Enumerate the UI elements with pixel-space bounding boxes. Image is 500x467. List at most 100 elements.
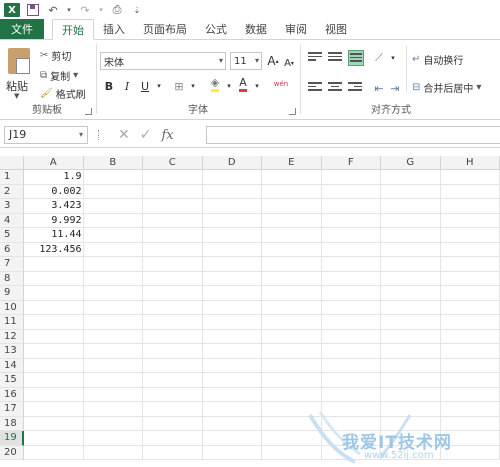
font-launcher-icon[interactable]: [289, 108, 296, 115]
increase-indent-icon[interactable]: ⇥: [388, 80, 402, 96]
name-box[interactable]: J19 ▾: [4, 126, 88, 144]
formula-input[interactable]: [206, 126, 500, 144]
font-size-value: 11: [234, 55, 247, 67]
row-header[interactable]: 18: [0, 416, 24, 431]
copy-button[interactable]: ⧉ 复制 ▾: [40, 68, 78, 83]
align-right-icon[interactable]: [348, 82, 362, 94]
column-header[interactable]: C: [143, 156, 203, 170]
font-name-select[interactable]: 宋体 ▾: [100, 52, 226, 70]
chevron-down-icon[interactable]: ▾: [386, 50, 400, 66]
excel-app-icon: X: [4, 3, 20, 17]
column-header[interactable]: G: [381, 156, 441, 170]
cut-button[interactable]: ✂ 剪切: [40, 48, 71, 63]
column-header[interactable]: F: [321, 156, 381, 170]
row-header[interactable]: 1: [0, 170, 24, 185]
cell-a[interactable]: 11.44: [24, 228, 84, 242]
row-header[interactable]: 2: [0, 184, 24, 199]
undo-dropdown-icon[interactable]: ▾: [66, 3, 72, 17]
redo-dropdown-icon[interactable]: ▾: [98, 3, 104, 17]
row-header[interactable]: 9: [0, 286, 24, 301]
tab-data[interactable]: 数据: [236, 19, 276, 39]
cell-a[interactable]: 0.002: [24, 185, 84, 199]
paste-icon: [8, 48, 30, 74]
tab-formulas[interactable]: 公式: [196, 19, 236, 39]
font-size-select[interactable]: 11 ▾: [230, 52, 262, 70]
column-header[interactable]: B: [83, 156, 143, 170]
row-header[interactable]: 7: [0, 257, 24, 272]
align-center-icon[interactable]: [328, 82, 342, 94]
shrink-font-button[interactable]: A ▾: [282, 55, 296, 71]
chevron-down-icon: ▾: [254, 56, 259, 65]
cell-a[interactable]: 9.992: [24, 214, 84, 228]
align-bottom-icon[interactable]: [348, 50, 364, 66]
row-header[interactable]: 20: [0, 445, 24, 460]
row-header[interactable]: 8: [0, 271, 24, 286]
customize-qat-icon[interactable]: ⇣: [130, 3, 144, 17]
row-header[interactable]: 11: [0, 315, 24, 330]
font-color-button[interactable]: A: [236, 76, 250, 92]
tab-page-layout[interactable]: 页面布局: [134, 19, 196, 39]
row-header[interactable]: 6: [0, 242, 24, 257]
phonetic-guide-button[interactable]: wén: [270, 76, 292, 92]
align-top-icon[interactable]: [308, 52, 322, 64]
fill-color-icon[interactable]: ◈: [208, 76, 222, 92]
align-middle-icon[interactable]: [328, 52, 342, 64]
cell-a[interactable]: 1.9: [24, 170, 84, 184]
bold-button[interactable]: B: [102, 78, 116, 94]
undo-icon[interactable]: ↶: [46, 3, 60, 17]
table-row: [24, 330, 500, 344]
underline-button[interactable]: U: [138, 78, 152, 94]
row-header[interactable]: 10: [0, 300, 24, 315]
tab-view[interactable]: 视图: [316, 19, 356, 39]
align-left-icon[interactable]: [308, 82, 322, 94]
insert-function-button[interactable]: fx: [161, 128, 173, 143]
select-all-corner[interactable]: [0, 156, 24, 170]
confirm-icon[interactable]: ✓: [140, 127, 152, 143]
cell-a[interactable]: 123.456: [24, 243, 84, 257]
italic-button[interactable]: I: [120, 78, 134, 94]
tab-home[interactable]: 开始: [52, 19, 94, 40]
tab-insert[interactable]: 插入: [94, 19, 134, 39]
chevron-down-icon[interactable]: ▾: [250, 78, 264, 94]
row-header[interactable]: 12: [0, 329, 24, 344]
row-header[interactable]: 15: [0, 373, 24, 388]
row-header[interactable]: 4: [0, 213, 24, 228]
row-header[interactable]: 3: [0, 199, 24, 214]
print-preview-icon[interactable]: ⎙: [110, 3, 124, 17]
merge-center-button[interactable]: ⊟ 合并后居中 ▾: [412, 80, 481, 95]
chevron-down-icon[interactable]: ▾: [152, 78, 166, 94]
row-header[interactable]: 13: [0, 344, 24, 359]
table-row: 0.002: [24, 185, 500, 199]
divider: [96, 44, 97, 114]
chevron-down-icon[interactable]: ▾: [186, 78, 200, 94]
tab-review[interactable]: 审阅: [276, 19, 316, 39]
wrap-text-button[interactable]: ↵ 自动换行: [412, 52, 463, 67]
chevron-down-icon[interactable]: ▾: [222, 78, 236, 94]
format-painter-button[interactable]: 🖌 格式刷: [40, 86, 86, 101]
row-header[interactable]: 19: [0, 431, 24, 446]
column-header[interactable]: D: [202, 156, 262, 170]
border-icon[interactable]: ⊞: [172, 78, 186, 94]
cancel-icon[interactable]: ✕: [118, 127, 130, 143]
chevron-down-icon: ▼: [14, 92, 20, 100]
column-header[interactable]: A: [24, 156, 84, 170]
redo-icon[interactable]: ↷: [78, 3, 92, 17]
row-header[interactable]: 17: [0, 402, 24, 417]
grow-font-button[interactable]: A ▴: [266, 53, 280, 69]
save-icon[interactable]: [26, 3, 40, 17]
column-gridline: [201, 170, 203, 460]
decrease-indent-icon[interactable]: ⇤: [372, 80, 386, 96]
chevron-down-icon: ▾: [73, 70, 79, 81]
tab-file[interactable]: 文件: [0, 19, 44, 39]
brush-icon: 🖌: [40, 88, 53, 99]
clipboard-launcher-icon[interactable]: [85, 108, 92, 115]
row-header[interactable]: 14: [0, 358, 24, 373]
column-header[interactable]: H: [440, 156, 500, 170]
row-header[interactable]: 16: [0, 387, 24, 402]
column-header[interactable]: E: [262, 156, 322, 170]
orientation-icon[interactable]: ⟋: [372, 50, 386, 66]
cell-a[interactable]: 3.423: [24, 199, 84, 213]
row-header[interactable]: 5: [0, 228, 24, 243]
table-row: 1.9: [24, 170, 500, 185]
copy-label: 复制: [50, 72, 71, 83]
